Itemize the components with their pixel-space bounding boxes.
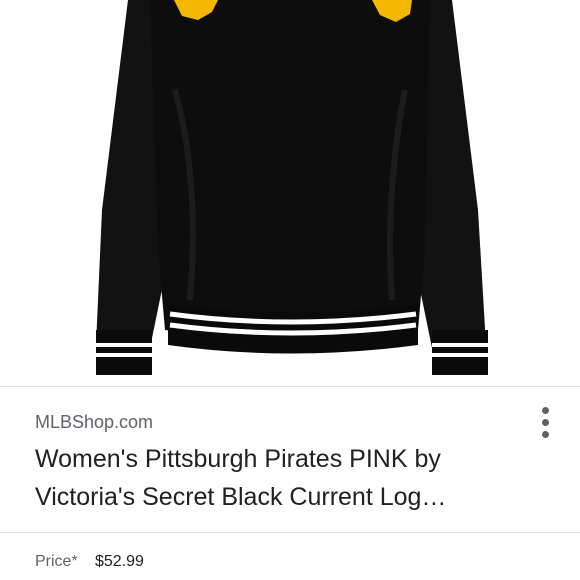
product-title-line-1: Women's Pittsburgh Pirates PINK by — [35, 445, 441, 473]
more-vert-icon — [541, 406, 549, 414]
divider — [0, 532, 580, 533]
product-title-line-2: Victoria's Secret Black Current Log… — [35, 483, 447, 511]
more-options-button[interactable] — [528, 402, 562, 442]
product-image[interactable] — [0, 0, 580, 386]
price-label: Price* — [35, 553, 78, 570]
price-value: $52.99 — [95, 553, 144, 570]
product-title[interactable]: Women's Pittsburgh Pirates PINK by Victo… — [35, 440, 535, 516]
divider — [0, 386, 580, 387]
sweatshirt-image — [96, 0, 488, 375]
source-site[interactable]: MLBShop.com — [35, 412, 153, 433]
